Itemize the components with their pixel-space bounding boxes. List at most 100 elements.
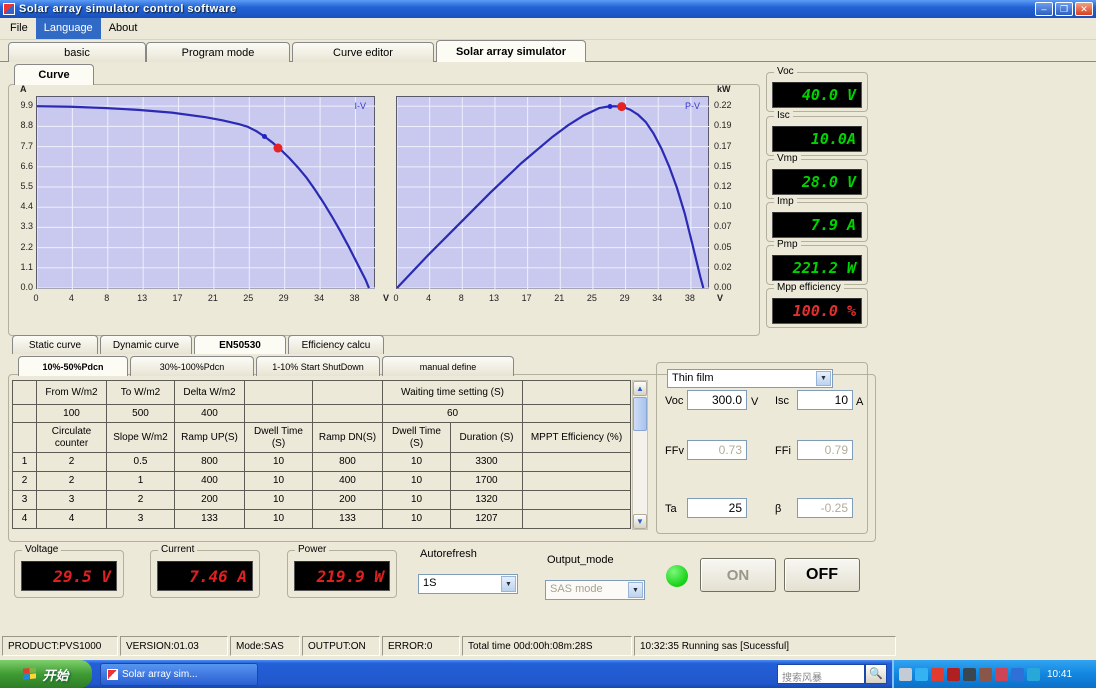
table-cell[interactable]: 200 xyxy=(312,490,383,510)
table-cell[interactable]: 10 xyxy=(382,490,451,510)
x-tick-label: 4 xyxy=(426,293,432,303)
chevron-down-icon[interactable]: ▼ xyxy=(501,576,516,592)
tab-curve[interactable]: Curve xyxy=(14,64,94,85)
tab-1-10-start-shutdown[interactable]: 1-10% Start ShutDown xyxy=(256,356,380,376)
table-cell[interactable] xyxy=(12,404,37,423)
table-cell[interactable] xyxy=(522,509,631,529)
table-cell[interactable] xyxy=(522,490,631,510)
close-button[interactable]: ✕ xyxy=(1075,2,1093,16)
table-cell[interactable]: 800 xyxy=(312,452,383,472)
isc-label: Isc xyxy=(774,110,793,121)
taskbar-app-button[interactable]: Solar array sim... xyxy=(100,663,258,686)
table-cell[interactable]: 3 xyxy=(106,509,175,529)
table-cell[interactable]: 60 xyxy=(382,404,523,423)
menubar: File Language About xyxy=(0,18,1096,40)
table-cell[interactable]: 400 xyxy=(174,471,245,491)
table-cell[interactable] xyxy=(522,404,631,423)
tab-dynamic-curve[interactable]: Dynamic curve xyxy=(100,335,192,354)
tab-static-curve[interactable]: Static curve xyxy=(12,335,98,354)
tray-icon[interactable] xyxy=(915,667,928,681)
maximize-button[interactable]: ❐ xyxy=(1055,2,1073,16)
table-cell[interactable]: 500 xyxy=(106,404,175,423)
table-cell[interactable] xyxy=(312,404,383,423)
voc-param-input[interactable]: 300.0 xyxy=(687,390,747,410)
table-cell[interactable]: 3 xyxy=(12,490,37,510)
table-cell[interactable]: 1 xyxy=(106,471,175,491)
menu-item-about[interactable]: About xyxy=(101,18,146,39)
table-cell[interactable] xyxy=(522,471,631,491)
tab-basic[interactable]: basic xyxy=(8,42,146,62)
table-cell[interactable]: 2 xyxy=(36,452,107,472)
table-cell[interactable]: 10 xyxy=(244,471,313,491)
tab-10--50-pdcn[interactable]: 10%-50%Pdcn xyxy=(18,356,128,376)
search-icon[interactable]: 🔍 xyxy=(865,664,887,684)
table-cell[interactable]: 10 xyxy=(244,509,313,529)
tab-en50530[interactable]: EN50530 xyxy=(194,335,286,354)
menu-item-file[interactable]: File xyxy=(2,18,36,39)
tab-curve-editor[interactable]: Curve editor xyxy=(292,42,434,62)
table-cell[interactable]: 2 xyxy=(36,471,107,491)
table-cell[interactable]: 400 xyxy=(174,404,245,423)
table-cell[interactable]: 133 xyxy=(174,509,245,529)
tray-icon[interactable] xyxy=(947,667,960,681)
table-cell[interactable]: 200 xyxy=(174,490,245,510)
table-cell[interactable]: 100 xyxy=(36,404,107,423)
start-button[interactable]: 开始 xyxy=(0,660,92,688)
table-cell[interactable]: 10 xyxy=(382,471,451,491)
table-cell[interactable]: 1 xyxy=(12,452,37,472)
table-cell[interactable]: 0.5 xyxy=(106,452,175,472)
scroll-down-icon[interactable]: ▼ xyxy=(633,514,647,529)
table-cell[interactable]: 400 xyxy=(312,471,383,491)
table-cell[interactable]: 1700 xyxy=(450,471,523,491)
scroll-up-icon[interactable]: ▲ xyxy=(633,381,647,396)
off-button[interactable]: OFF xyxy=(784,558,860,592)
ta-input[interactable]: 25 xyxy=(687,498,747,518)
table-cell[interactable]: 133 xyxy=(312,509,383,529)
tray-icon[interactable] xyxy=(1011,667,1024,681)
table-cell[interactable]: 3 xyxy=(36,490,107,510)
scroll-thumb[interactable] xyxy=(633,397,647,431)
titlebar[interactable]: Solar array simulator control software –… xyxy=(0,0,1096,18)
minimize-button[interactable]: – xyxy=(1035,2,1053,16)
table-cell[interactable]: 10 xyxy=(382,452,451,472)
y-tick-label: 1.1 xyxy=(20,261,33,272)
tab-program-mode[interactable]: Program mode xyxy=(146,42,290,62)
table-cell[interactable]: 800 xyxy=(174,452,245,472)
tab-30--100-pdcn[interactable]: 30%-100%Pdcn xyxy=(130,356,254,376)
tray-icon[interactable] xyxy=(995,667,1008,681)
table-cell[interactable]: 10 xyxy=(382,509,451,529)
current-label: Current xyxy=(158,544,198,555)
y-tick-label: 0.0 xyxy=(20,282,33,292)
tab-manual-define[interactable]: manual define xyxy=(382,356,514,376)
table-cell[interactable]: 2 xyxy=(106,490,175,510)
tray-icon[interactable] xyxy=(963,667,976,681)
taskbar-search-input[interactable]: 搜索风暴 xyxy=(777,664,865,684)
tray-icon[interactable] xyxy=(931,667,944,681)
table-scrollbar[interactable]: ▲ ▼ xyxy=(632,380,648,530)
chevron-down-icon[interactable]: ▼ xyxy=(816,371,831,386)
table-cell[interactable]: 4 xyxy=(36,509,107,529)
table-cell[interactable] xyxy=(244,404,313,423)
imp-display: 7.9 A xyxy=(772,212,862,238)
table-cell[interactable]: 3300 xyxy=(450,452,523,472)
tab-efficiency-calcu[interactable]: Efficiency calcu xyxy=(288,335,384,354)
plot-area: I-V xyxy=(36,96,376,290)
pv-chart: P-V 0.00 0.02 0.05 0.07 0.10 0.12 0.15 0.17 0.19 0… xyxy=(393,84,731,303)
tray-icon[interactable] xyxy=(1027,667,1040,681)
table-cell[interactable]: 10 xyxy=(244,490,313,510)
table-cell[interactable] xyxy=(522,452,631,472)
menu-item-language[interactable]: Language xyxy=(35,18,101,39)
autorefresh-select[interactable]: 1S ▼ xyxy=(418,574,518,594)
isc-param-input[interactable]: 10 xyxy=(797,390,853,410)
table-cell[interactable]: 1320 xyxy=(450,490,523,510)
table-cell[interactable]: 2 xyxy=(12,471,37,491)
on-button[interactable]: ON xyxy=(700,558,776,592)
table-cell[interactable]: 4 xyxy=(12,509,37,529)
table-cell[interactable]: 10 xyxy=(244,452,313,472)
table-cell[interactable]: 1207 xyxy=(450,509,523,529)
tray-icon[interactable] xyxy=(979,667,992,681)
module-type-select[interactable]: Thin film ▼ xyxy=(667,369,833,388)
tab-solar-array-simulator[interactable]: Solar array simulator xyxy=(436,40,586,62)
header-cell: Ramp UP(S) xyxy=(174,422,245,453)
tray-icon[interactable] xyxy=(899,667,912,681)
